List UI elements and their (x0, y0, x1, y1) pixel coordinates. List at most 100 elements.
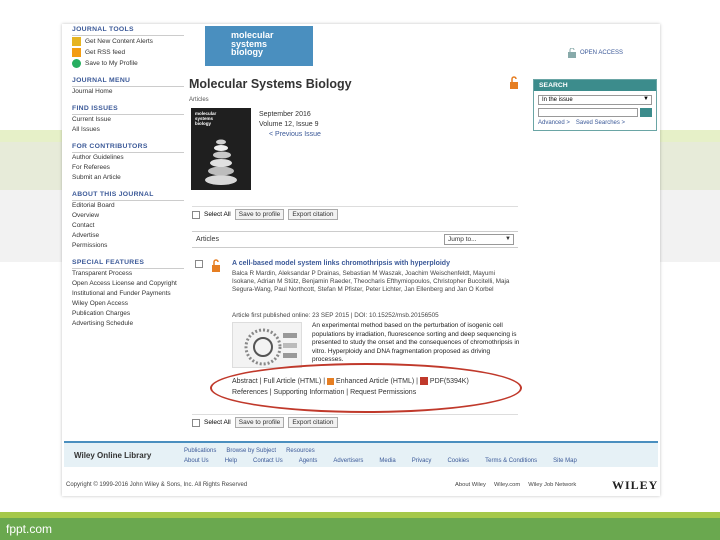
menu-all-issues[interactable]: All Issues (72, 125, 184, 135)
select-all-label: Select All (204, 419, 231, 426)
open-access-label: OPEN ACCESS (580, 50, 624, 56)
article-toolbar-bottom: Select All Save to profile Export citati… (192, 414, 518, 428)
menu-journal-home[interactable]: Journal Home (72, 87, 184, 97)
section-label: Articles (189, 97, 209, 103)
jump-to-value: Jump to... (448, 236, 477, 243)
footer-link[interactable]: Help (225, 458, 237, 464)
tool-save-profile[interactable]: Save to My Profile (72, 58, 184, 69)
copyright-text: Copyright © 1999-2016 John Wiley & Sons,… (66, 482, 248, 488)
tool-rss[interactable]: Get RSS feed (72, 47, 184, 58)
wiley-job-network-link[interactable]: Wiley Job Network (528, 482, 576, 488)
export-citation-button[interactable]: Export citation (288, 417, 338, 428)
open-access-badge: OPEN ACCESS (568, 48, 623, 58)
alert-icon (72, 37, 81, 46)
tool-label: Get RSS feed (85, 49, 126, 56)
article-published: Article first published online: 23 SEP 2… (232, 312, 439, 319)
issue-info: September 2016 Volume 12, Issue 9 < Prev… (259, 110, 321, 140)
select-all-label: Select All (204, 211, 231, 218)
graphical-abstract-figure (244, 328, 297, 366)
menu-wiley-open-access[interactable]: Wiley Open Access (72, 299, 184, 309)
journal-tools-heading: JOURNAL TOOLS (72, 26, 184, 36)
journal-logo[interactable]: molecular systems biology (205, 26, 313, 66)
jump-to-select[interactable]: Jump to... ▼ (444, 234, 514, 245)
journal-menu-heading: JOURNAL MENU (72, 77, 184, 87)
special-features-heading: SPECIAL FEATURES (72, 259, 184, 269)
menu-current-issue[interactable]: Current Issue (72, 115, 184, 125)
save-to-profile-button[interactable]: Save to profile (234, 209, 285, 220)
footer-link[interactable]: Contact Us (253, 458, 283, 464)
search-input[interactable] (538, 108, 638, 117)
open-lock-icon (568, 48, 576, 58)
graphical-abstract-image[interactable] (232, 322, 302, 368)
wol-title[interactable]: Wiley Online Library (74, 451, 151, 460)
footer-link[interactable]: Media (379, 458, 395, 464)
article-authors: Balca R Mardin, Aleksandar P Drainas, Se… (232, 270, 510, 294)
left-sidebar: JOURNAL TOOLS Get New Content Alerts Get… (72, 26, 184, 329)
menu-submit-article[interactable]: Submit an Article (72, 173, 184, 183)
article-title[interactable]: A cell-based model system links chromoth… (232, 260, 522, 267)
find-issues-heading: FIND ISSUES (72, 105, 184, 115)
footer-link[interactable]: Cookies (447, 458, 469, 464)
tool-label: Get New Content Alerts (85, 38, 153, 45)
wiley-com-link[interactable]: Wiley.com (494, 482, 520, 488)
watermark: fppt.com (6, 522, 53, 536)
menu-for-referees[interactable]: For Referees (72, 163, 184, 173)
about-heading: ABOUT THIS JOURNAL (72, 191, 184, 201)
menu-editorial-board[interactable]: Editorial Board (72, 201, 184, 211)
export-citation-button[interactable]: Export citation (288, 209, 338, 220)
advanced-search-link[interactable]: Advanced > (538, 120, 570, 126)
menu-publication-charges[interactable]: Publication Charges (72, 309, 184, 319)
footer-links-primary: Publications Browse by Subject Resources (184, 448, 315, 454)
chevron-down-icon: ▼ (643, 96, 649, 102)
menu-institutional-payments[interactable]: Institutional and Funder Payments (72, 289, 184, 299)
footer-link-resources[interactable]: Resources (286, 448, 315, 454)
menu-advertising-schedule[interactable]: Advertising Schedule (72, 319, 184, 329)
issue-cover-image[interactable]: molecular systems biology (191, 108, 251, 190)
slide-footer-bar: fppt.com (0, 518, 720, 540)
save-to-profile-button[interactable]: Save to profile (234, 417, 285, 428)
select-all-checkbox[interactable] (192, 418, 200, 427)
highlight-annotation-ellipse (210, 363, 522, 413)
menu-permissions[interactable]: Permissions (72, 241, 184, 251)
tool-content-alerts[interactable]: Get New Content Alerts (72, 36, 184, 47)
search-go-button[interactable] (640, 108, 652, 117)
menu-overview[interactable]: Overview (72, 211, 184, 221)
menu-author-guidelines[interactable]: Author Guidelines (72, 153, 184, 163)
footer-link[interactable]: Terms & Conditions (485, 458, 537, 464)
footer-link[interactable]: Agents (299, 458, 318, 464)
footer-links-secondary: About Us Help Contact Us Agents Advertis… (184, 458, 577, 464)
footer-link-browse-subject[interactable]: Browse by Subject (226, 448, 276, 454)
wiley-online-library-footer: Wiley Online Library Publications Browse… (64, 441, 658, 467)
search-scope-value: In the issue (542, 97, 573, 103)
menu-contact[interactable]: Contact (72, 221, 184, 231)
article-checkbox[interactable] (195, 260, 203, 268)
article-abstract: An experimental method based on the pert… (312, 322, 520, 363)
select-all-checkbox[interactable] (192, 210, 200, 219)
plus-icon (72, 59, 81, 68)
issue-date: September 2016 (259, 111, 311, 118)
page-title: Molecular Systems Biology (189, 77, 352, 91)
menu-advertise[interactable]: Advertise (72, 231, 184, 241)
chevron-down-icon: ▼ (505, 236, 511, 242)
articles-section-bar: Articles Jump to... ▼ (192, 231, 518, 248)
footer-link[interactable]: Advertisers (333, 458, 363, 464)
articles-heading: Articles (196, 236, 219, 243)
menu-open-access-license[interactable]: Open Access License and Copyright (72, 279, 184, 289)
footer-link[interactable]: Privacy (412, 458, 432, 464)
open-access-lock-icon (509, 76, 519, 95)
search-scope-select[interactable]: In the issue ▼ (538, 95, 652, 105)
menu-transparent-process[interactable]: Transparent Process (72, 269, 184, 279)
saved-searches-link[interactable]: Saved Searches > (576, 120, 625, 126)
footer-link[interactable]: About Us (184, 458, 209, 464)
footer-link-publications[interactable]: Publications (184, 448, 216, 454)
about-wiley-link[interactable]: About Wiley (455, 482, 486, 488)
rss-icon (72, 48, 81, 57)
wiley-logo[interactable]: WILEY (612, 478, 658, 493)
search-heading: SEARCH (534, 80, 656, 91)
open-access-lock-icon (210, 258, 222, 279)
previous-issue-link[interactable]: < Previous Issue (259, 130, 321, 140)
corporate-links: About Wiley Wiley.com Wiley Job Network (455, 482, 576, 488)
issue-volume: Volume 12, Issue 9 (259, 121, 319, 128)
footer-link[interactable]: Site Map (553, 458, 577, 464)
logo-line: biology (231, 47, 263, 57)
